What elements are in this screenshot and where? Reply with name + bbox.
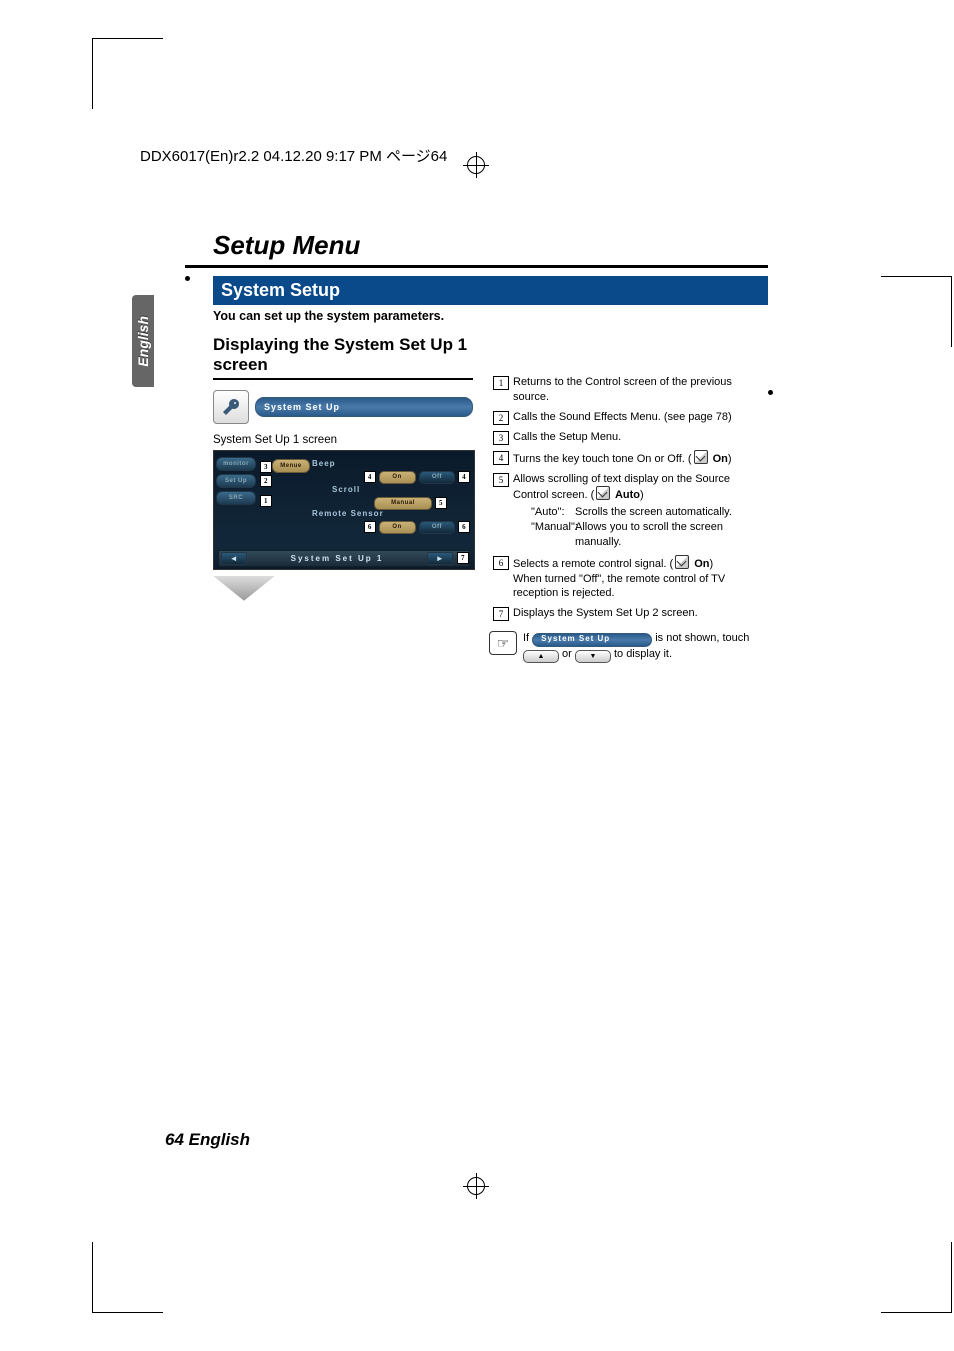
menue-tab: Menue [272,459,310,473]
callout-4a: 4 [364,471,376,483]
note: ☞If System Set Up is not shown, touch ▲ … [489,631,768,662]
callout-number: 1 [493,376,509,390]
crop-mark [92,1242,163,1313]
callout-4b: 4 [458,471,470,483]
menu-pill-inline: System Set Up [532,633,652,647]
bleed-dot [768,390,773,395]
callout-6a: 6 [364,521,376,533]
callout-desc-1: 1 Returns to the Control screen of the pr… [493,375,768,405]
prev-page-button: ◄ [221,552,247,565]
status-bar: ◄ System Set Up 1 ► 7 [218,550,470,567]
callout-number: 3 [493,431,509,445]
callout-text: Allows scrolling of text display on the … [513,472,768,550]
callout-2: 2 [260,475,272,487]
next-page-button: ► [427,552,453,565]
down-arrow-icon [213,576,275,601]
menu-pill-system-setup: System Set Up [255,397,473,417]
callout-number: 7 [493,607,509,621]
callout-desc-5: 5 Allows scrolling of text display on the… [493,472,768,550]
page-title: Setup Menu [213,230,768,261]
remote-on: On [379,521,416,534]
note-text: If System Set Up is not shown, touch ▲ o… [523,631,768,662]
intro-text: You can set up the system parameters. [213,309,768,323]
up-arrow-button: ▲ [523,650,559,663]
callout-desc-7: 7 Displays the System Set Up 2 screen. [493,606,768,621]
language-tab: English [132,295,154,387]
callout-text: Displays the System Set Up 2 screen. [513,606,768,621]
callout-number: 6 [493,556,509,570]
callout-3: 3 [260,461,272,473]
crop-mark [92,38,163,109]
callout-number: 2 [493,411,509,425]
subheading: Displaying the System Set Up 1 screen [213,335,473,380]
monitor-button: monitor [216,457,256,471]
pen-icon [675,555,689,569]
rule [185,265,768,268]
callout-desc-2: 2 Calls the Sound Effects Menu. (see page… [493,410,768,425]
pen-icon [596,486,610,500]
callout-1: 1 [260,495,272,507]
beep-on: On [379,471,416,484]
language-tab-label: English [135,316,151,367]
screenshot-caption: System Set Up 1 screen [213,434,473,446]
crop-mark [881,1242,952,1313]
setup-button: Set Up [216,474,256,488]
callout-number: 5 [493,473,509,487]
registration-mark [463,152,489,178]
callout-text: Calls the Sound Effects Menu. (see page … [513,410,768,425]
callout-desc-3: 3 Calls the Setup Menu. [493,430,768,445]
beep-label: Beep [312,459,336,468]
src-button: SRC [216,491,256,505]
callout-text: Calls the Setup Menu. [513,430,768,445]
callout-text: Returns to the Control screen of the pre… [513,375,768,405]
remote-sensor-label: Remote Sensor [312,509,384,518]
callout-text: Selects a remote control signal. ( On)Wh… [513,555,768,602]
callout-6b: 6 [458,521,470,533]
scroll-label: Scroll [332,485,360,494]
status-bar-label: System Set Up 1 [249,554,425,563]
device-screenshot: monitor Set Up SRC 3 2 1 Menue Beep 4 On… [213,450,475,570]
print-job-tag: DDX6017(En)r2.2 04.12.20 9:17 PM ページ64 [140,145,447,166]
callout-number: 4 [493,451,509,465]
section-heading: System Setup [213,276,768,305]
callout-text: Turns the key touch tone On or Off. ( On… [513,450,768,467]
remote-off: Off [419,521,456,534]
callout-5: 5 [435,497,447,509]
hand-icon: ☞ [489,631,517,655]
wrench-icon [213,390,249,424]
callout-desc-6: 6 Selects a remote control signal. ( On)W… [493,555,768,602]
page-number: 64 English [165,1130,250,1150]
callout-desc-4: 4 Turns the key touch tone On or Off. ( O… [493,450,768,467]
registration-mark [463,1173,489,1199]
callout-7: 7 [457,552,469,564]
crop-mark [881,276,952,347]
beep-off: Off [419,471,456,484]
down-arrow-button: ▼ [575,650,611,663]
pen-icon [694,450,708,464]
